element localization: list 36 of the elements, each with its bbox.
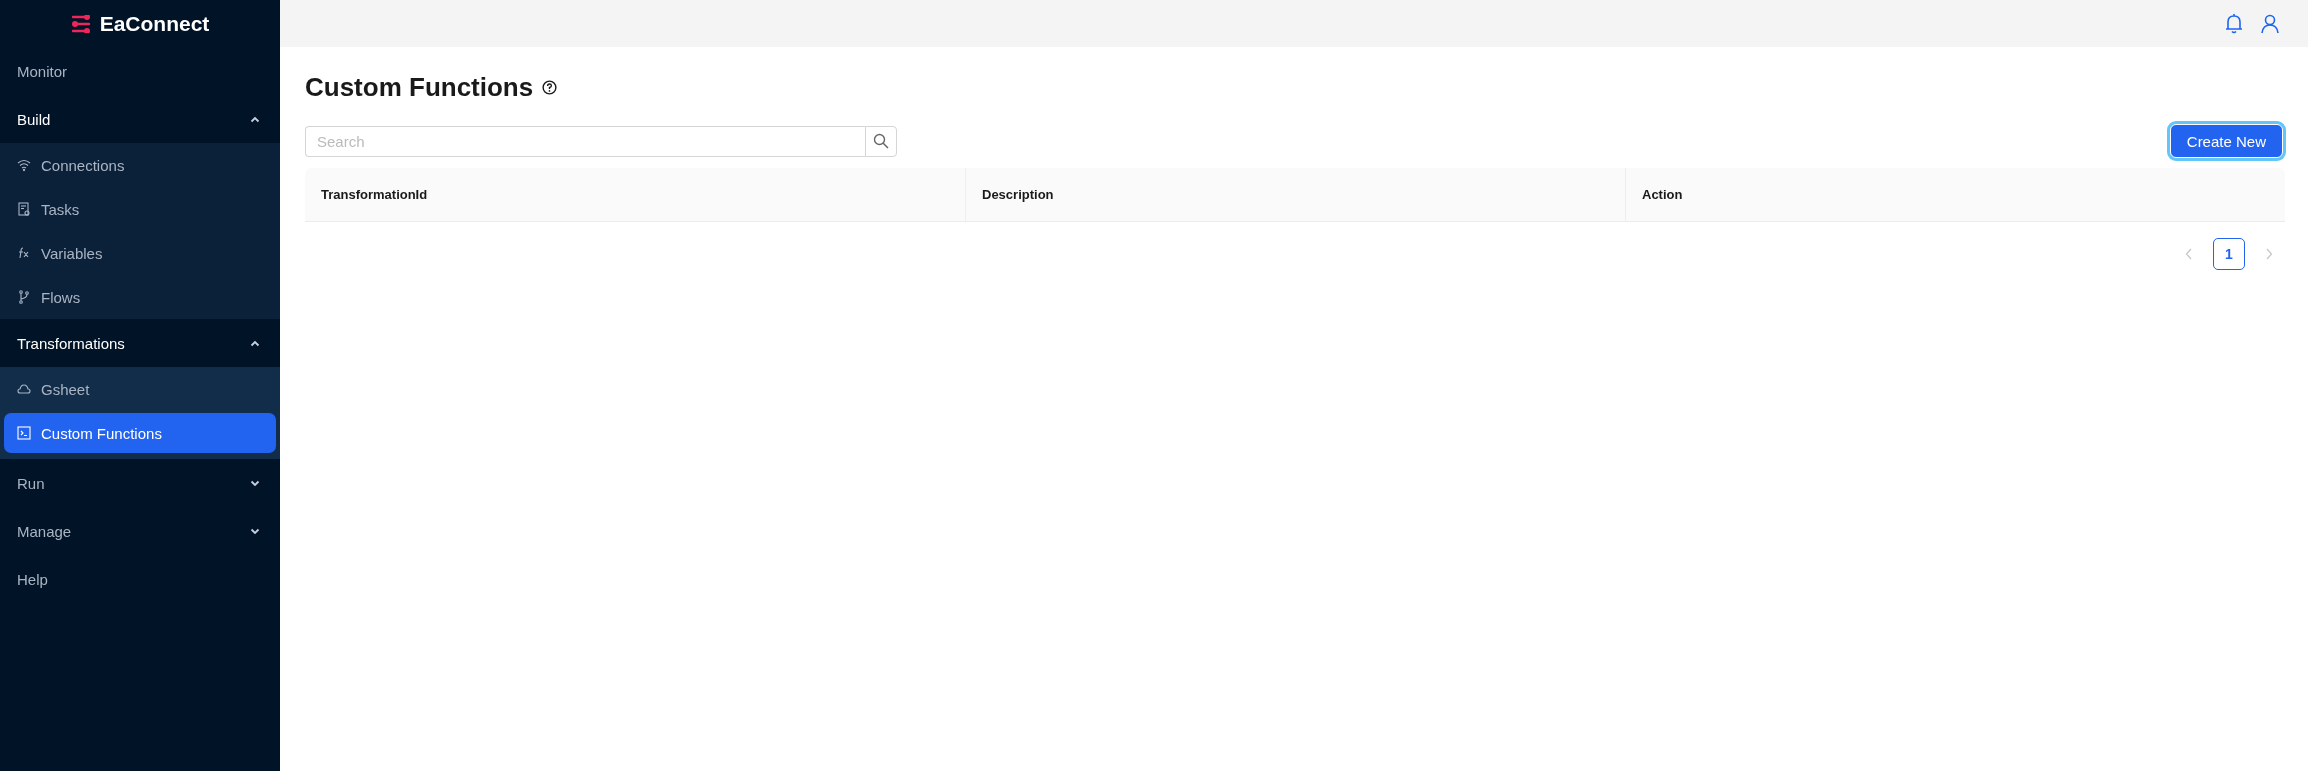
- function-icon: [17, 246, 31, 260]
- app-logo-text: EaConnect: [99, 11, 210, 36]
- chevron-icon: [250, 479, 260, 487]
- user-icon[interactable]: [2260, 13, 2280, 34]
- chevron-icon: [250, 115, 260, 123]
- search-button[interactable]: [865, 125, 897, 157]
- nav-group[interactable]: Manage: [0, 507, 280, 555]
- create-new-button[interactable]: Create New: [2169, 124, 2283, 158]
- nav-group[interactable]: Run: [0, 459, 280, 507]
- nav-item[interactable]: Help: [0, 555, 280, 603]
- notification-bell-icon[interactable]: [2224, 12, 2244, 35]
- column-header: TransformationId: [321, 187, 428, 202]
- chevron-icon: [250, 339, 260, 347]
- terminal-icon: [17, 426, 31, 440]
- search-icon: [873, 133, 889, 149]
- nav-item[interactable]: Custom Functions: [4, 413, 276, 453]
- cloud-icon: [17, 382, 31, 396]
- search-field[interactable]: Search: [305, 125, 865, 157]
- nav-item[interactable]: Variables: [4, 231, 276, 275]
- column-header: Action: [1642, 187, 1683, 202]
- wifi-icon: [17, 158, 31, 172]
- help-icon[interactable]: [542, 79, 558, 95]
- page-button[interactable]: 1: [2213, 238, 2245, 270]
- column-header: Description: [982, 187, 1054, 202]
- nav-item[interactable]: Connections: [4, 143, 276, 187]
- document-icon: [17, 202, 31, 216]
- nav-item[interactable]: Flows: [4, 275, 276, 319]
- nav-group[interactable]: Transformations: [0, 319, 280, 367]
- chevron-icon: [250, 527, 260, 535]
- nav-group[interactable]: Build: [0, 95, 280, 143]
- branch-icon: [17, 290, 31, 304]
- nav-item[interactable]: Tasks: [4, 187, 276, 231]
- page-title: Custom Functions: [305, 71, 534, 103]
- logo-icon: [70, 14, 91, 33]
- nav-item[interactable]: Monitor: [0, 47, 280, 95]
- nav-item[interactable]: Gsheet: [4, 367, 276, 411]
